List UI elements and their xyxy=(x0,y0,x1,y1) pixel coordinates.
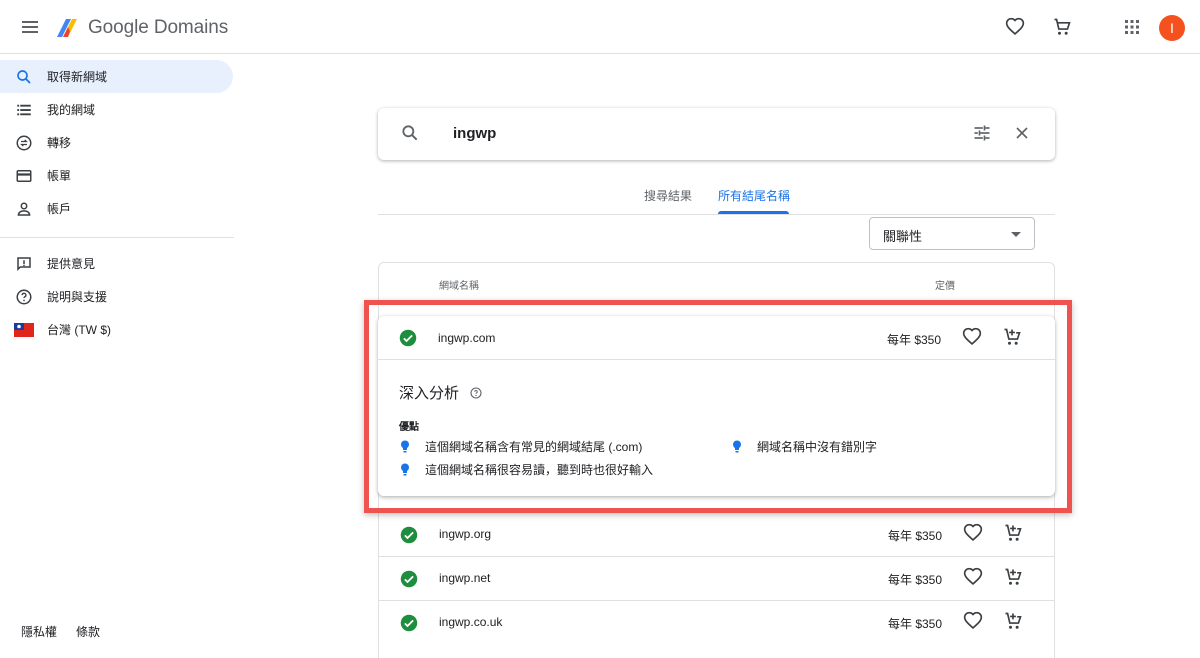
favorite-heart-icon[interactable] xyxy=(963,523,983,548)
privacy-link[interactable]: 隱私權 xyxy=(21,623,57,640)
available-check-icon xyxy=(400,614,418,637)
sidebar-item-transfer[interactable]: 轉移 xyxy=(0,126,234,159)
search-input[interactable]: ingwp xyxy=(453,125,496,142)
favorite-heart-icon[interactable] xyxy=(963,611,983,636)
table-row[interactable]: ingwp.org 每年 $350 xyxy=(379,512,1054,556)
sidebar-item-get-domain[interactable]: 取得新網域 xyxy=(0,60,233,93)
sidebar: 取得新網域 我的網域 轉移 帳單 帳戶 提供意見 說明與支援 台灣 (TW $)… xyxy=(0,55,234,658)
available-check-icon xyxy=(400,526,418,549)
domain-price: 每年 $350 xyxy=(888,617,943,631)
sidebar-item-feedback[interactable]: 提供意見 xyxy=(0,247,234,280)
expanded-domain-card: ingwp.com 每年 $350 深入分析 優點 這個網域名稱含有常見的網域結… xyxy=(378,316,1055,496)
feedback-icon xyxy=(13,253,35,275)
search-icon xyxy=(400,123,420,148)
help-circle-icon[interactable] xyxy=(470,386,482,404)
search-icon xyxy=(13,66,35,88)
sidebar-item-label: 說明與支援 xyxy=(47,290,108,304)
filter-tune-icon[interactable] xyxy=(972,123,992,148)
close-icon[interactable] xyxy=(1012,123,1032,148)
taiwan-flag-icon xyxy=(13,319,35,341)
sidebar-item-label: 帳戶 xyxy=(47,202,72,216)
sidebar-item-billing[interactable]: 帳單 xyxy=(0,159,234,192)
favorite-heart-icon[interactable] xyxy=(963,567,983,592)
pro-item: 網域名稱中沒有錯別字 xyxy=(731,438,877,455)
sidebar-item-label: 台灣 (TW $) xyxy=(47,323,111,337)
available-check-icon xyxy=(400,570,418,593)
add-to-cart-icon[interactable] xyxy=(1002,327,1022,352)
tab-search-results[interactable]: 搜尋結果 xyxy=(644,187,692,204)
domain-name[interactable]: ingwp.com xyxy=(438,331,495,345)
add-to-cart-icon[interactable] xyxy=(1003,523,1023,548)
pro-item: 這個網域名稱含有常見的網域結尾 (.com) xyxy=(399,438,642,455)
help-icon xyxy=(13,286,35,308)
add-to-cart-icon[interactable] xyxy=(1003,611,1023,636)
credit-card-icon xyxy=(13,165,35,187)
domain-search-box[interactable]: ingwp xyxy=(378,108,1055,160)
pro-text: 網域名稱中沒有錯別字 xyxy=(757,440,878,454)
top-app-bar: Google Domains I xyxy=(0,0,1200,54)
pro-item: 這個網域名稱很容易讀，聽到時也很好輸入 xyxy=(399,461,653,478)
sidebar-item-label: 提供意見 xyxy=(47,257,96,271)
sidebar-item-label: 我的網域 xyxy=(47,103,96,117)
pro-text: 這個網域名稱很容易讀，聽到時也很好輸入 xyxy=(425,463,654,477)
sidebar-item-label: 取得新網域 xyxy=(47,70,108,84)
available-check-icon xyxy=(399,329,417,352)
apps-grid-icon[interactable] xyxy=(1119,14,1145,40)
column-header-price: 定價 xyxy=(935,281,955,292)
sidebar-item-my-domains[interactable]: 我的網域 xyxy=(0,93,234,126)
favorites-heart-icon[interactable] xyxy=(1002,14,1028,40)
lightbulb-icon xyxy=(731,440,743,454)
domain-price: 每年 $350 xyxy=(887,333,942,347)
transfer-icon xyxy=(13,132,35,154)
favorite-heart-icon[interactable] xyxy=(962,327,982,352)
sidebar-divider xyxy=(0,237,234,238)
domain-price: 每年 $350 xyxy=(888,529,943,543)
table-row[interactable]: ingwp.net 每年 $350 xyxy=(379,556,1054,600)
domain-name[interactable]: ingwp.org xyxy=(439,527,491,541)
person-icon xyxy=(13,198,35,220)
sort-selected-value: 關聯性 xyxy=(883,229,923,244)
domain-price: 每年 $350 xyxy=(888,573,943,587)
pro-text: 這個網域名稱含有常見的網域結尾 (.com) xyxy=(425,440,643,454)
column-header-domain: 網域名稱 xyxy=(439,281,479,292)
domain-name[interactable]: ingwp.net xyxy=(439,571,490,585)
sort-dropdown[interactable]: 關聯性 xyxy=(869,217,1035,250)
tabs-divider xyxy=(378,214,1055,215)
shopping-cart-icon[interactable] xyxy=(1049,14,1075,40)
brand-name: Google Domains xyxy=(88,17,229,38)
account-avatar[interactable]: I xyxy=(1159,15,1185,41)
expanded-domain-row[interactable]: ingwp.com 每年 $350 xyxy=(378,316,1055,360)
pros-label: 優點 xyxy=(399,422,419,433)
dropdown-arrow-icon xyxy=(1011,232,1021,237)
google-domains-logo xyxy=(57,19,77,37)
list-icon xyxy=(13,99,35,121)
tab-all-endings[interactable]: 所有結尾名稱 xyxy=(718,187,790,204)
sidebar-item-label: 帳單 xyxy=(47,169,72,183)
lightbulb-icon xyxy=(399,463,411,477)
sidebar-item-label: 轉移 xyxy=(47,136,72,150)
sidebar-item-account[interactable]: 帳戶 xyxy=(0,192,234,225)
lightbulb-icon xyxy=(399,440,411,454)
hamburger-menu-icon[interactable] xyxy=(18,15,42,39)
insight-title: 深入分析 xyxy=(399,385,460,402)
add-to-cart-icon[interactable] xyxy=(1003,567,1023,592)
domain-name[interactable]: ingwp.co.uk xyxy=(439,615,502,629)
sidebar-item-region[interactable]: 台灣 (TW $) xyxy=(0,313,234,346)
table-row[interactable]: ingwp.co.uk 每年 $350 xyxy=(379,600,1054,644)
terms-link[interactable]: 條款 xyxy=(76,623,100,640)
sidebar-item-help[interactable]: 說明與支援 xyxy=(0,280,234,313)
